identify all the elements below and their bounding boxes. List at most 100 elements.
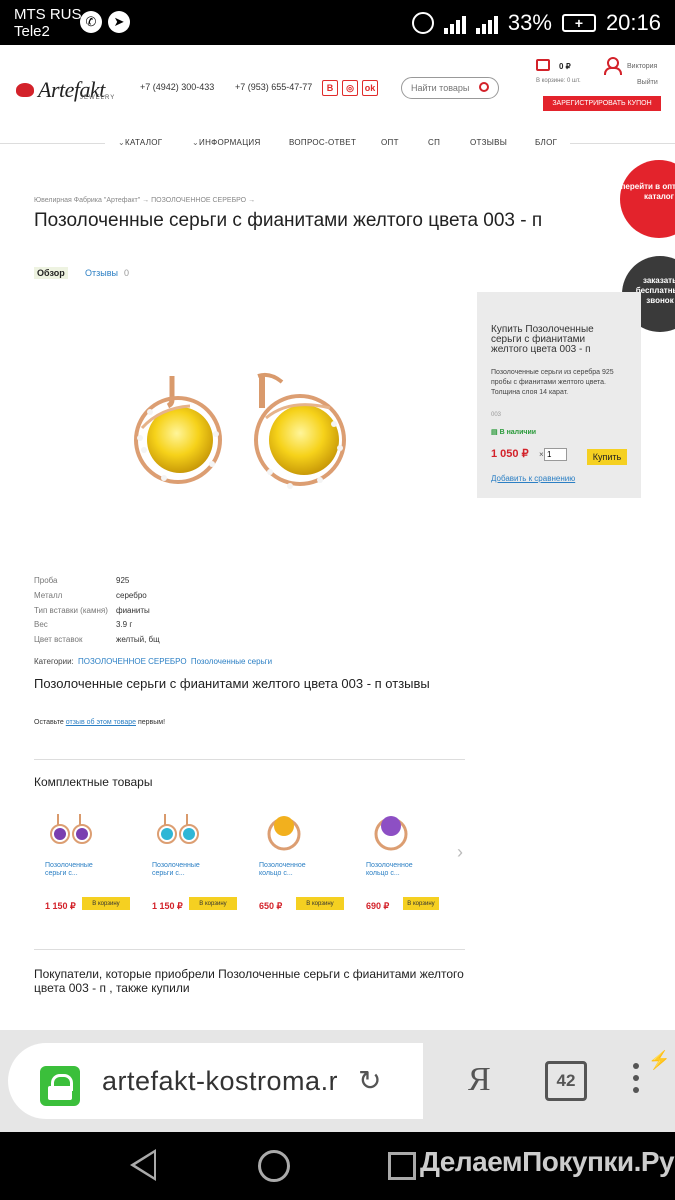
yandex-icon[interactable]: Я — [468, 1061, 491, 1099]
menu-icon[interactable] — [633, 1063, 639, 1099]
categories: Категории: ПОЗОЛОЧЕННОЕ СЕРЕБРО Позолоче… — [34, 657, 272, 666]
nav-reviews[interactable]: ОТЗЫВЫ — [470, 138, 507, 147]
product-card[interactable]: Позолоченное кольцо с... 690 ₽ В корзину — [355, 808, 455, 918]
carousel-next-icon[interactable]: › — [457, 842, 463, 863]
spec-key: Цвет вставок — [34, 635, 83, 645]
breadcrumb[interactable]: Ювелирная Фабрика "Артефакт" → ПОЗОЛОЧЕН… — [34, 197, 255, 204]
user-name[interactable]: Виктория — [627, 63, 657, 70]
social-links: В ◎ ok — [322, 80, 378, 96]
product-card[interactable]: Позолоченные серьги с... 1 150 ₽ В корзи… — [141, 808, 241, 918]
earring-right — [254, 372, 346, 489]
register-coupon-button[interactable]: ЗАРЕГИСТРИРОВАТЬ КУПОН — [543, 96, 661, 111]
tabs-count-button[interactable]: 42 — [545, 1061, 587, 1101]
buy-box: Купить Позолоченные серьги с фианитами ж… — [477, 292, 641, 498]
buybox-sku: 003 — [491, 412, 502, 418]
battery-percent: 33% — [507, 10, 552, 35]
add-to-cart-button[interactable]: В корзину — [296, 897, 344, 910]
logout-link[interactable]: Выйти — [637, 79, 658, 86]
clock: 20:16 — [605, 10, 661, 35]
status-right: 33% + 20:16 — [411, 10, 661, 36]
phone-link-1[interactable]: +7 (4942) 300-433 — [140, 82, 214, 92]
nav-divider-right — [570, 143, 675, 144]
add-to-cart-button[interactable]: В корзину — [82, 897, 130, 910]
gem — [161, 828, 173, 840]
spec-key: Проба — [34, 576, 58, 585]
product-card[interactable]: Позолоченные серьги с... 1 150 ₽ В корзи… — [34, 808, 134, 918]
add-to-compare-link[interactable]: Добавить к сравнению — [491, 474, 575, 483]
gem — [274, 816, 294, 836]
divider — [34, 759, 465, 760]
nav-info-label: ИНФОРМАЦИЯ — [199, 138, 261, 147]
qty-multiplier: × — [539, 450, 544, 459]
product-card-name[interactable]: Позолоченные серьги с... — [152, 862, 222, 878]
user-icon[interactable] — [604, 57, 622, 75]
gem — [76, 828, 88, 840]
cart-icon[interactable] — [536, 59, 550, 71]
nav-sp[interactable]: СП — [428, 138, 440, 147]
nav-wholesale[interactable]: ОПТ — [381, 138, 399, 147]
battery-icon: + — [561, 14, 596, 32]
reviews-heading: Позолоченные серьги с фианитами желтого … — [34, 676, 430, 691]
product-thumb[interactable] — [151, 808, 201, 852]
product-price: 1 050 ₽ — [491, 448, 529, 460]
buy-button[interactable]: Купить — [587, 449, 627, 465]
search-icon[interactable] — [479, 82, 489, 92]
product-card-name[interactable]: Позолоченные серьги с... — [45, 862, 115, 878]
reload-icon[interactable]: ↻ — [358, 1064, 381, 1097]
carrier-2: Tele2 — [14, 23, 50, 40]
gem — [183, 828, 195, 840]
quantity-input[interactable] — [544, 448, 567, 461]
product-card-name[interactable]: Позолоченное кольцо с... — [259, 862, 329, 878]
divider — [34, 949, 465, 950]
product-thumb[interactable] — [365, 808, 415, 852]
telegram-icon: ➤ — [108, 11, 130, 33]
recent-apps-icon[interactable] — [388, 1152, 416, 1180]
cart-count: В корзине: 0 шт. — [536, 78, 581, 84]
spec-value: фианиты — [116, 605, 150, 615]
product-thumb[interactable] — [44, 808, 94, 852]
cart-sum[interactable]: 0 ₽ — [559, 62, 571, 71]
tab-overview[interactable]: Обзор — [34, 267, 68, 279]
home-icon[interactable] — [258, 1150, 290, 1182]
url-text[interactable]: artefakt-kostroma.r — [102, 1066, 337, 1097]
buybox-title: Купить Позолоченные серьги с фианитами ж… — [491, 324, 594, 355]
reviews-count: 0 — [124, 268, 130, 278]
product-card-name[interactable]: Позолоченное кольцо с... — [366, 862, 436, 878]
nav-info[interactable]: ⌄ИНФОРМАЦИЯ — [192, 138, 261, 147]
stock-label: В наличии — [499, 429, 537, 436]
signal-icon — [443, 12, 466, 34]
product-thumb[interactable] — [258, 808, 308, 852]
phone-link-2[interactable]: +7 (953) 655-47-77 — [235, 82, 312, 92]
spec-value: серебро — [116, 590, 147, 600]
tab-reviews[interactable]: Отзывы — [85, 268, 118, 278]
instagram-icon[interactable]: ◎ — [342, 80, 358, 96]
nav-faq[interactable]: ВОПРОС-ОТВЕТ — [289, 138, 356, 147]
alarm-icon — [411, 12, 434, 34]
nav-blog[interactable]: БЛОГ — [535, 138, 557, 147]
nav-catalog[interactable]: ⌄КАТАЛОГ — [118, 138, 162, 147]
spec-value: 3.9 г — [116, 620, 133, 630]
add-to-cart-button[interactable]: В корзину — [403, 897, 439, 910]
spec-key: Тип вставки (камня) — [34, 605, 108, 615]
site-header: Artefakt JEWELRY +7 (4942) 300-433 +7 (9… — [0, 45, 675, 125]
back-icon[interactable] — [130, 1149, 156, 1181]
reviews-note-before: Оставьте — [34, 719, 64, 726]
also-bought-heading: Покупатели, которые приобрели Позолоченн… — [34, 967, 464, 995]
product-image[interactable] — [120, 368, 360, 500]
page-title: Позолоченные серьги с фианитами желтого … — [34, 210, 543, 231]
odnoklassniki-icon[interactable]: ok — [362, 80, 378, 96]
write-review-link[interactable]: отзыв об этом товаре — [66, 719, 136, 726]
vk-icon[interactable]: В — [322, 80, 338, 96]
stock-icon: ▤ — [491, 429, 500, 436]
nav-catalog-label: КАТАЛОГ — [125, 138, 163, 147]
gem — [381, 816, 401, 836]
product-card[interactable]: Позолоченное кольцо с... 650 ₽ В корзину — [248, 808, 348, 918]
lock-icon[interactable] — [40, 1066, 80, 1106]
chevron-down-icon: ⌄ — [192, 138, 200, 147]
watermark: ДелаемПокупки.Ру — [420, 1146, 675, 1177]
add-to-cart-button[interactable]: В корзину — [189, 897, 237, 910]
logo-mark-icon — [16, 83, 34, 97]
category-link-gilded-earrings[interactable]: Позолоченные серьги — [191, 657, 272, 666]
carrier-info: MTS RUS Tele2 — [14, 6, 82, 40]
category-link-gilded-silver[interactable]: ПОЗОЛОЧЕННОЕ СЕРЕБРО — [78, 657, 187, 666]
